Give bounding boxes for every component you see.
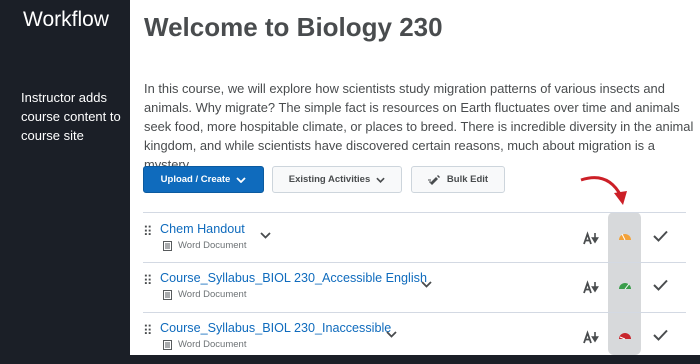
item-type: Word Document xyxy=(178,339,247,350)
item-type: Word Document xyxy=(178,240,247,251)
bulk-edit-button[interactable]: Bulk Edit xyxy=(411,166,505,193)
list-item: ⠿ Chem Handout Word Document xyxy=(130,220,700,265)
checkmark-icon[interactable] xyxy=(653,230,668,242)
bulk-edit-label: Bulk Edit xyxy=(446,174,489,185)
chevron-down-icon xyxy=(376,177,385,183)
list-divider xyxy=(143,212,686,213)
pencil-icon xyxy=(427,175,440,185)
item-title-link[interactable]: Course_Syllabus_BIOL 230_Inaccessible xyxy=(160,321,391,335)
document-icon xyxy=(163,340,172,350)
alternative-formats-icon[interactable] xyxy=(583,231,599,245)
list-item: ⠿ Course_Syllabus_BIOL 230_Inaccessible … xyxy=(130,319,700,364)
checkmark-icon[interactable] xyxy=(653,279,668,291)
chevron-down-icon[interactable] xyxy=(386,331,397,338)
page-title: Welcome to Biology 230 xyxy=(144,12,443,42)
drag-handle-icon[interactable]: ⠿ xyxy=(143,225,153,238)
drag-handle-icon[interactable]: ⠿ xyxy=(143,324,153,337)
list-item: ⠿ Course_Syllabus_BIOL 230_Accessible En… xyxy=(130,269,700,314)
curved-arrow-icon xyxy=(580,176,627,205)
accessibility-gauge-icon[interactable] xyxy=(618,231,632,241)
upload-create-label: Upload / Create xyxy=(160,174,231,185)
list-divider xyxy=(143,262,686,263)
item-type: Word Document xyxy=(178,289,247,300)
upload-create-button[interactable]: Upload / Create xyxy=(143,166,264,193)
sidebar-title: Workflow xyxy=(23,8,109,31)
item-title-link[interactable]: Course_Syllabus_BIOL 230_Accessible Engl… xyxy=(160,271,427,285)
course-panel: Welcome to Biology 230 In this course, w… xyxy=(130,0,700,355)
alternative-formats-icon[interactable] xyxy=(583,330,599,344)
document-icon xyxy=(163,241,172,251)
accessibility-gauge-icon[interactable] xyxy=(618,330,632,340)
alternative-formats-icon[interactable] xyxy=(583,280,599,294)
existing-activities-label: Existing Activities xyxy=(288,174,371,185)
checkmark-icon[interactable] xyxy=(653,329,668,341)
course-intro: In this course, we will explore how scie… xyxy=(144,81,694,172)
chevron-down-icon[interactable] xyxy=(260,232,271,239)
document-icon xyxy=(163,290,172,300)
chevron-down-icon[interactable] xyxy=(421,281,432,288)
accessibility-gauge-icon[interactable] xyxy=(618,280,632,290)
list-divider xyxy=(143,312,686,313)
drag-handle-icon[interactable]: ⠿ xyxy=(143,274,153,287)
chevron-down-icon xyxy=(236,176,246,183)
existing-activities-button[interactable]: Existing Activities xyxy=(272,166,402,193)
item-title-link[interactable]: Chem Handout xyxy=(160,222,245,236)
sidebar-description: Instructor adds course content to course… xyxy=(21,90,121,143)
